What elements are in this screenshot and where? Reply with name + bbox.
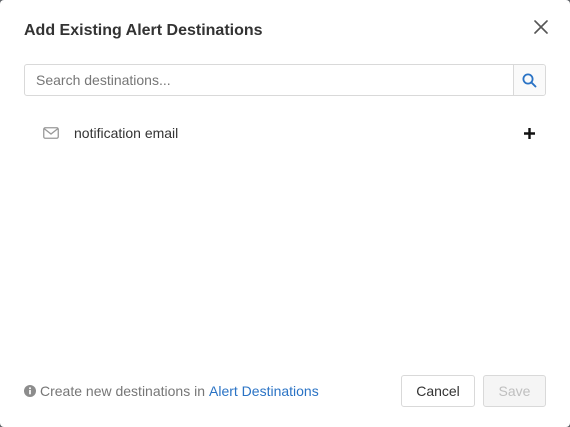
- plus-icon: [523, 127, 535, 139]
- destination-list: notification email: [24, 114, 546, 152]
- destination-name: notification email: [74, 125, 179, 141]
- info-icon: [24, 385, 36, 397]
- footer-note-text: Create new destinations in: [40, 383, 205, 399]
- add-destinations-dialog: Add Existing Alert Destinations notifica…: [0, 0, 570, 427]
- alert-destinations-link[interactable]: Alert Destinations: [209, 383, 319, 399]
- list-item: notification email: [24, 114, 546, 152]
- search-box: [24, 64, 546, 96]
- search-button[interactable]: [513, 65, 545, 95]
- close-icon: [534, 20, 548, 34]
- search-icon: [522, 73, 537, 87]
- search-input[interactable]: [25, 65, 513, 95]
- close-button[interactable]: [532, 18, 550, 36]
- cancel-button[interactable]: Cancel: [401, 375, 475, 407]
- dialog-title: Add Existing Alert Destinations: [24, 22, 263, 39]
- dialog-footer: Create new destinations in Alert Destina…: [24, 375, 546, 407]
- mail-icon: [42, 126, 60, 140]
- save-button[interactable]: Save: [483, 375, 546, 407]
- add-destination-button[interactable]: [522, 126, 536, 140]
- footer-note: Create new destinations in Alert Destina…: [24, 383, 401, 399]
